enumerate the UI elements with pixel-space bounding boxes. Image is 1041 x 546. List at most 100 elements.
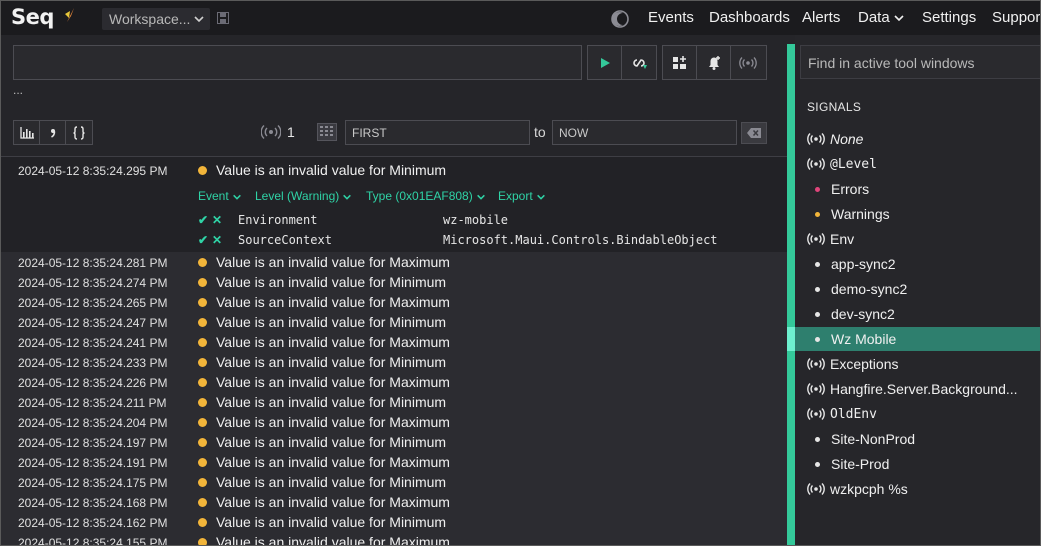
type-menu[interactable]: Type (0x01EAF808) [366, 189, 486, 203]
event-row[interactable]: 2024-05-12 8:35:24.281 PM Value is an inv… [1, 252, 787, 272]
signal-demo-sync2[interactable]: demo-sync2 [795, 277, 1040, 301]
event-row[interactable]: 2024-05-12 8:35:24.233 PM Value is an inv… [1, 352, 787, 372]
signal-warnings[interactable]: Warnings [795, 202, 1040, 226]
range-from-input[interactable]: FIRST [345, 120, 530, 145]
nav-events[interactable]: Events [648, 9, 694, 26]
event-row[interactable]: 2024-05-12 8:35:24.265 PM Value is an inv… [1, 292, 787, 312]
broadcast-icon [261, 125, 281, 139]
range-to-input[interactable]: NOW [552, 120, 737, 145]
exclude-filter-icon[interactable]: ✕ [212, 213, 222, 227]
event-row[interactable]: 2024-05-12 8:35:24.211 PM Value is an inv… [1, 392, 787, 412]
warning-level-dot [198, 278, 207, 287]
search-query-input[interactable] [13, 45, 582, 80]
backspace-icon [747, 128, 761, 138]
property-name: SourceContext [238, 233, 332, 247]
export-menu[interactable]: Export [498, 189, 546, 203]
broadcast-icon [807, 233, 825, 245]
selected-signal-marker [787, 327, 795, 351]
event-row[interactable]: 2024-05-12 8:35:24.162 PM Value is an inv… [1, 512, 787, 532]
event-row[interactable]: 2024-05-12 8:35:24.204 PM Value is an inv… [1, 412, 787, 432]
comma-icon [50, 128, 55, 138]
comma-view-button[interactable] [40, 121, 66, 144]
warning-level-dot [198, 438, 207, 447]
nav-alerts[interactable]: Alerts [802, 9, 840, 26]
signal-wzkpcph-s[interactable]: wzkpcph %s [795, 477, 1040, 501]
include-filter-icon[interactable]: ✔ [198, 233, 208, 247]
save-icon[interactable] [217, 12, 229, 24]
chevron-down-icon [536, 194, 545, 200]
signal-label: @Level [830, 157, 877, 172]
signal-label: app-sync2 [831, 256, 896, 272]
theme-toggle-icon[interactable] [610, 9, 630, 29]
dashboard-add-icon [672, 55, 686, 69]
event-timestamp: 2024-05-12 8:35:24.155 PM [18, 536, 168, 546]
signal-label: Warnings [831, 206, 890, 222]
seq-logo[interactable]: Seq [11, 5, 54, 29]
chevron-down-icon [194, 16, 204, 23]
event-row[interactable]: 2024-05-12 8:35:24.247 PM Value is an inv… [1, 312, 787, 332]
event-row[interactable]: 2024-05-12 8:35:24.197 PM Value is an inv… [1, 432, 787, 452]
signal-none[interactable]: None [795, 127, 1040, 151]
signal-level[interactable]: @Level [795, 152, 1040, 176]
event-row[interactable]: 2024-05-12 8:35:24.168 PM Value is an inv… [1, 492, 787, 512]
event-row[interactable]: 2024-05-12 8:35:24.241 PM Value is an inv… [1, 332, 787, 352]
workspace-select[interactable]: Workspace... [102, 8, 210, 30]
signal-env[interactable]: Env [795, 227, 1040, 251]
include-filter-icon[interactable]: ✔ [198, 213, 208, 227]
histogram-view-button[interactable] [14, 121, 40, 144]
warning-level-dot [198, 498, 207, 507]
warning-level-dot [198, 398, 207, 407]
event-message: Value is an invalid value for Maximum [216, 494, 450, 510]
range-to-label: to [534, 124, 546, 140]
signal-errors[interactable]: Errors [795, 177, 1040, 201]
warning-level-dot [198, 518, 207, 527]
signal-site-prod[interactable]: Site-Prod [795, 452, 1040, 476]
nav-settings[interactable]: Settings [922, 9, 976, 26]
json-view-button[interactable] [66, 121, 92, 144]
clear-range-button[interactable] [741, 122, 767, 144]
signal-label: Errors [831, 181, 870, 197]
event-timestamp: 2024-05-12 8:35:24.162 PM [18, 516, 168, 530]
pane-splitter[interactable] [787, 44, 795, 545]
signal-site-nonprod[interactable]: Site-NonProd [795, 427, 1040, 451]
broadcast-icon [807, 133, 825, 145]
broadcast-icon [807, 158, 825, 170]
event-row[interactable]: 2024-05-12 8:35:24.155 PM Value is an inv… [1, 532, 787, 546]
calendar-icon[interactable] [317, 123, 337, 141]
signal-button[interactable] [731, 46, 765, 79]
level-menu[interactable]: Level (Warning) [255, 189, 352, 203]
signal-exceptions[interactable]: Exceptions [795, 352, 1040, 376]
run-buttons [587, 45, 657, 80]
run-query-button[interactable] [588, 46, 622, 79]
broadcast-icon [807, 483, 825, 495]
bullet-icon [815, 462, 820, 467]
exclude-filter-icon[interactable]: ✕ [212, 233, 222, 247]
signal-label: dev-sync2 [831, 306, 895, 322]
add-alert-button[interactable] [697, 46, 731, 79]
nav-support[interactable]: Support [992, 9, 1040, 26]
nav-dashboards[interactable]: Dashboards [709, 9, 790, 26]
nav-data-label: Data [858, 9, 890, 26]
signal-label: Env [830, 231, 855, 247]
add-to-dashboard-button[interactable] [663, 46, 697, 79]
signal-app-sync2[interactable]: app-sync2 [795, 252, 1040, 276]
event-message: Value is an invalid value for Minimum [216, 474, 447, 490]
event-row[interactable]: 2024-05-12 8:35:24.175 PM Value is an inv… [1, 472, 787, 492]
signal-oldenv[interactable]: OldEnv [795, 402, 1040, 426]
signal-wz-mobile[interactable]: Wz Mobile [795, 327, 1040, 351]
event-row[interactable]: 2024-05-12 8:35:24.226 PM Value is an inv… [1, 372, 787, 392]
nav-data[interactable]: Data [858, 9, 905, 26]
broadcast-icon [739, 56, 757, 69]
signal-dev-sync2[interactable]: dev-sync2 [795, 302, 1040, 326]
broadcast-icon [807, 358, 825, 370]
event-row[interactable]: 2024-05-12 8:35:24.191 PM Value is an inv… [1, 452, 787, 472]
bullet-icon [815, 437, 820, 442]
tail-button[interactable] [622, 46, 656, 79]
event-menu[interactable]: Event [198, 189, 242, 203]
event-timestamp: 2024-05-12 8:35:24.241 PM [18, 336, 168, 350]
signal-hangfire-server-background[interactable]: Hangfire.Server.Background... [795, 377, 1040, 401]
top-nav: Seq Workspace... Events Dashboards Alert… [1, 1, 1040, 35]
event-row[interactable]: 2024-05-12 8:35:24.274 PM Value is an inv… [1, 272, 787, 292]
find-tool-windows-input[interactable]: Find in active tool windows [800, 45, 1040, 79]
warning-level-dot [198, 166, 207, 175]
